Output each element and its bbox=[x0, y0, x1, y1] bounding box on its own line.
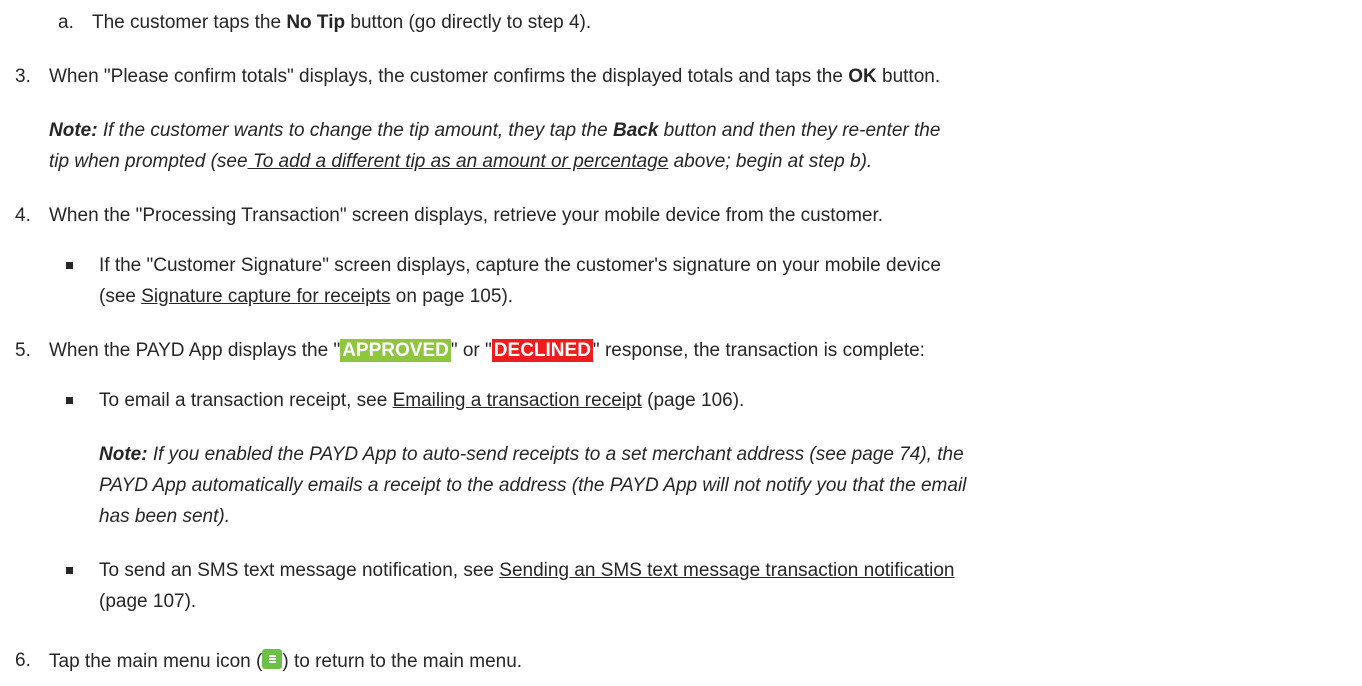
link-sending-sms[interactable]: Sending an SMS text message transaction … bbox=[499, 560, 954, 581]
link-emailing-receipt[interactable]: Emailing a transaction receipt bbox=[393, 390, 642, 411]
step-4-text: When the "Processing Transaction" screen… bbox=[49, 205, 884, 226]
text-span: To send an SMS text message notification… bbox=[99, 560, 500, 581]
list-marker-4: 4. bbox=[15, 205, 31, 226]
list-marker-5: 5. bbox=[15, 340, 31, 361]
text-span: button (go directly to step 4). bbox=[345, 12, 592, 33]
text-span: To email a transaction receipt, see bbox=[99, 390, 393, 411]
note-2-line-3: has been sent). bbox=[99, 506, 230, 527]
text-span: If the customer wants to change the tip … bbox=[97, 120, 613, 141]
bullet-icon bbox=[66, 397, 73, 404]
step-5-text: When the PAYD App displays the " APPROVED… bbox=[49, 339, 925, 363]
no-tip-label: No Tip bbox=[286, 12, 346, 33]
text-span: When the PAYD App displays the " bbox=[49, 340, 341, 361]
text-span: button. bbox=[876, 66, 941, 87]
bullet-icon bbox=[66, 262, 73, 269]
list-marker-6: 6. bbox=[15, 650, 31, 671]
bullet-sms-line-1: To send an SMS text message notification… bbox=[99, 559, 954, 583]
link-signature-capture[interactable]: Signature capture for receipts bbox=[141, 286, 390, 307]
text-span: (page 106). bbox=[641, 390, 745, 411]
note-1-line-1: Note: If the customer wants to change th… bbox=[49, 119, 940, 143]
ok-label: OK bbox=[848, 66, 877, 87]
declined-badge: DECLINED bbox=[491, 339, 593, 362]
note-2-line-1: Note: If you enabled the PAYD App to aut… bbox=[99, 443, 964, 467]
step-2a-text: The customer taps the No Tip button (go … bbox=[92, 11, 591, 35]
bullet-icon bbox=[66, 567, 73, 574]
bullet-sms-line-2: (page 107). bbox=[99, 591, 197, 612]
link-add-different-tip[interactable]: To add a different tip as an amount or p… bbox=[248, 151, 668, 172]
note-label: Note: bbox=[99, 444, 148, 465]
main-menu-icon[interactable] bbox=[262, 649, 283, 669]
list-marker-3: 3. bbox=[15, 66, 31, 87]
note-2-line-2: PAYD App automatically emails a receipt … bbox=[99, 475, 967, 496]
note-1-line-2: tip when prompted (see To add a differen… bbox=[49, 150, 872, 174]
step-6-text: Tap the main menu icon ( ) to return to t… bbox=[49, 649, 522, 674]
text-span: " response, the transaction is complete: bbox=[592, 340, 925, 361]
approved-badge: APPROVED bbox=[340, 339, 451, 362]
text-span: above; begin at step b). bbox=[668, 151, 873, 172]
text-span: When "Please confirm totals" displays, t… bbox=[49, 66, 849, 87]
text-span: Tap the main menu icon ( bbox=[49, 651, 263, 672]
text-span: (see bbox=[99, 286, 142, 307]
text-span: button and then they re-enter the bbox=[658, 120, 941, 141]
bullet-email-text: To email a transaction receipt, see Emai… bbox=[99, 389, 744, 413]
list-marker-a: a. bbox=[58, 12, 74, 33]
text-span: on page 105). bbox=[390, 286, 514, 307]
bullet-signature-line-1: If the "Customer Signature" screen displ… bbox=[99, 255, 941, 276]
back-label: Back bbox=[612, 120, 659, 141]
text-span: If you enabled the PAYD App to auto-send… bbox=[147, 444, 964, 465]
step-3-text: When "Please confirm totals" displays, t… bbox=[49, 65, 940, 89]
text-span: The customer taps the bbox=[92, 12, 287, 33]
bullet-signature-line-2: (see Signature capture for receipts on p… bbox=[99, 285, 513, 309]
text-span: tip when prompted (see bbox=[49, 151, 248, 172]
text-span: " or " bbox=[450, 340, 492, 361]
note-label: Note: bbox=[49, 120, 98, 141]
text-span: ) to return to the main menu. bbox=[282, 651, 523, 672]
